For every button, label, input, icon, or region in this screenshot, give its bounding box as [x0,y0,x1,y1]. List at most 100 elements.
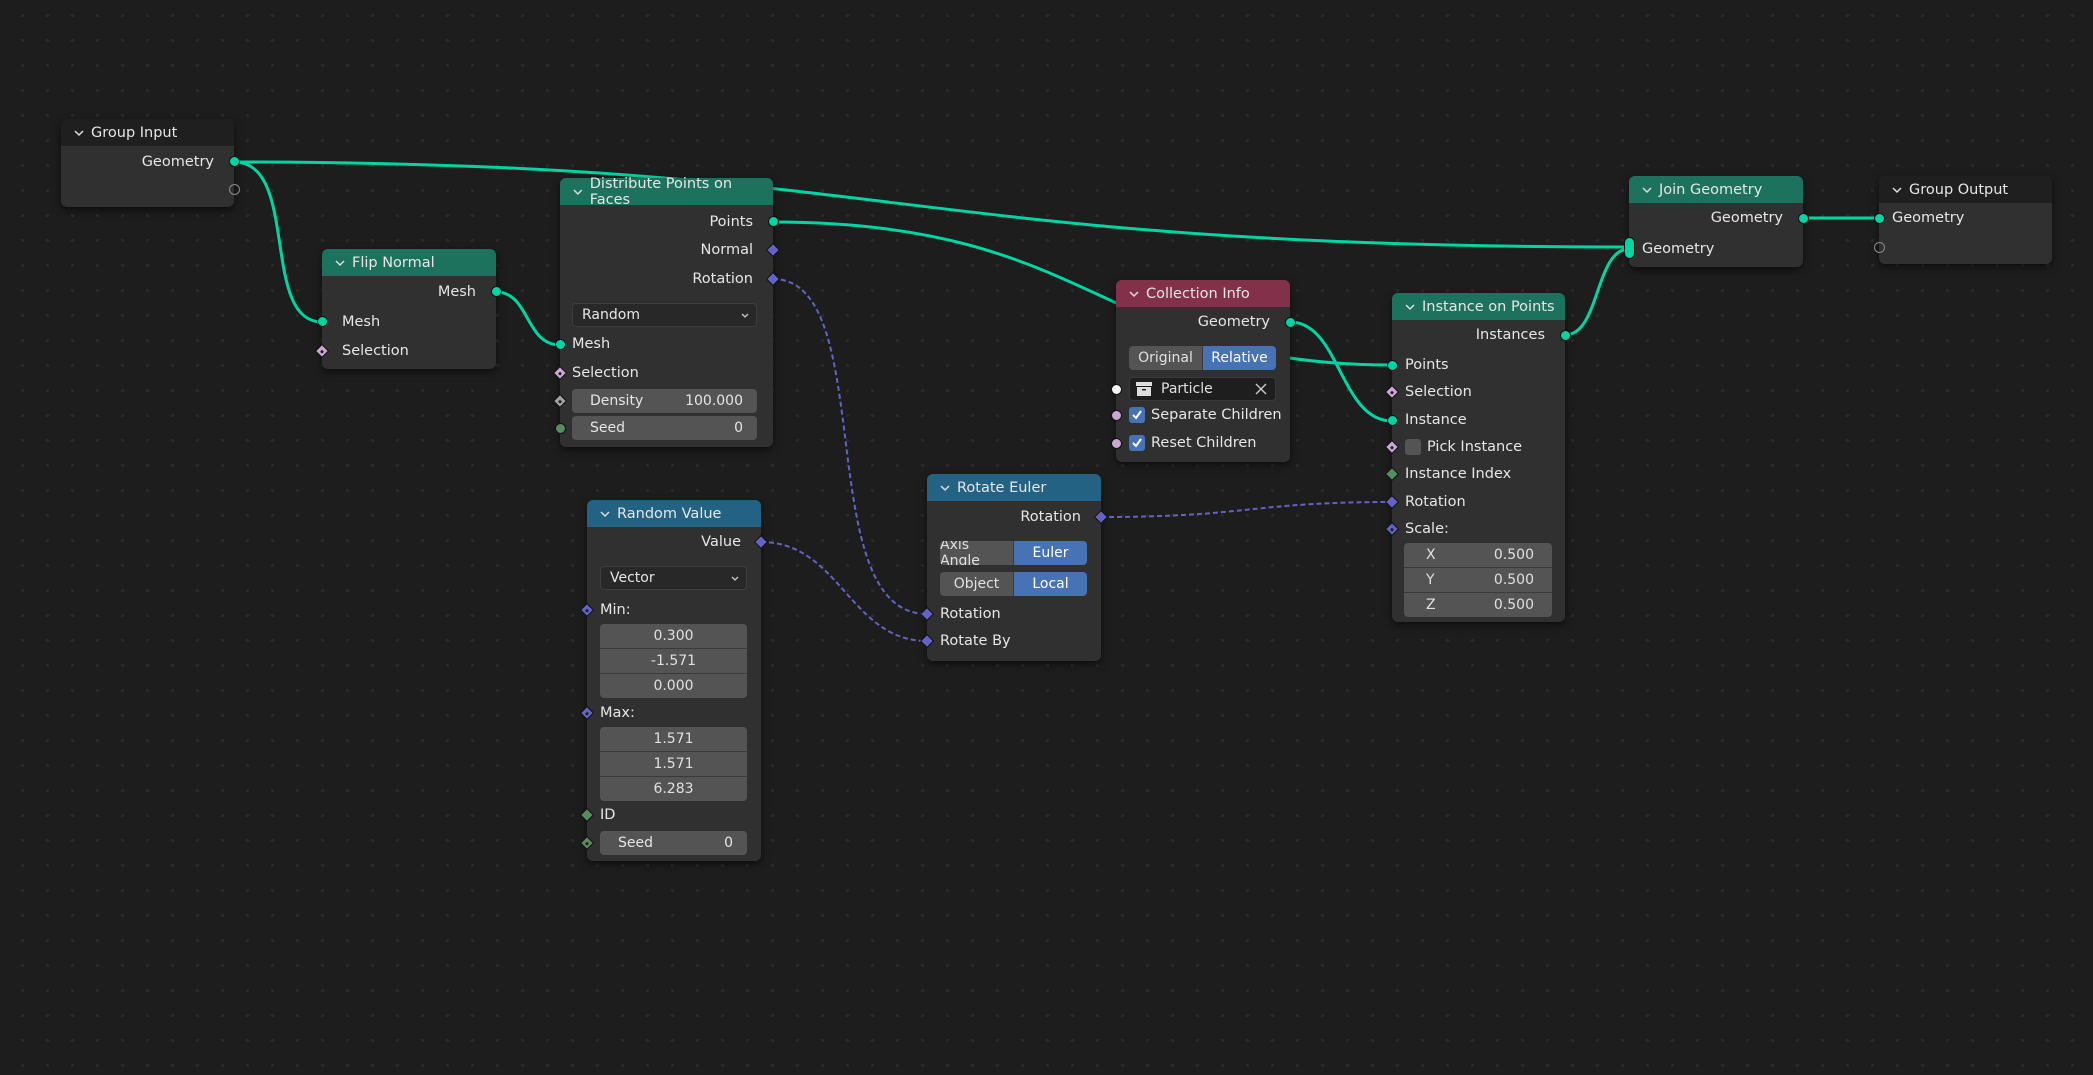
node-instance-on-points[interactable]: Instance on Points Instances Points Sele… [1384,293,1571,622]
node-header[interactable]: Group Input [61,119,234,146]
node-header[interactable]: Group Output [1879,176,2052,203]
socket-points-output[interactable] [768,216,779,227]
socket-label: Points [1405,357,1449,373]
node-title: Group Output [1909,181,2009,198]
socket-seed-input[interactable] [579,835,595,851]
chevron-down-icon[interactable] [599,508,611,520]
separate-children-checkbox[interactable]: Separate Children [1116,404,1290,426]
max-y-field[interactable]: 1.571 [600,752,747,777]
socket-points-input[interactable] [1387,360,1398,371]
socket-geometry-output[interactable] [229,156,240,167]
node-distribute-points-on-faces[interactable]: Distribute Points on Faces Points Normal… [552,176,781,447]
option-axis-angle[interactable]: Axis Angle [940,541,1013,565]
seed-field[interactable]: Seed 0 [572,416,757,440]
input-id: ID [587,804,761,826]
node-rotate-euler[interactable]: Rotate Euler Rotation Axis Angle Euler O… [919,474,1109,661]
socket-geometry-output[interactable] [1798,213,1809,224]
socket-geometry-input[interactable] [1874,213,1885,224]
checkbox-checked[interactable] [1129,407,1145,423]
socket-empty-output[interactable] [229,184,240,195]
input-points: Points [1392,354,1565,376]
field-label: Seed [618,835,653,851]
node-flip-normal[interactable]: Flip Normal Mesh Mesh Selection [314,249,502,369]
link-instances-to-join[interactable] [1564,247,1630,337]
socket-collection-input[interactable] [1111,384,1122,395]
link-rotate-to-instance-rotation[interactable] [1100,501,1393,518]
chevron-down-icon[interactable] [334,257,346,269]
option-euler[interactable]: Euler [1013,541,1087,565]
socket-empty-input[interactable] [1874,242,1885,253]
node-header[interactable]: Rotate Euler [927,474,1101,501]
min-x-field[interactable]: 0.300 [600,624,747,649]
data-type-dropdown[interactable]: Vector [600,566,747,590]
node-group-output[interactable]: Group Output Geometry [1874,176,2052,264]
checkbox-unchecked[interactable] [1405,439,1421,455]
option-local[interactable]: Local [1013,572,1087,596]
scale-z-field[interactable]: Z 0.500 [1404,593,1552,617]
chevron-down-icon[interactable] [1891,184,1903,196]
socket-instance-input[interactable] [1387,415,1398,426]
max-z-field[interactable]: 6.283 [600,777,747,801]
min-y-field[interactable]: -1.571 [600,649,747,674]
node-collection-info[interactable]: Collection Info Geometry Original Relati… [1111,280,1296,462]
socket-label: Rotation [940,606,1001,622]
link-flipnormal-to-distribute[interactable] [495,290,561,347]
density-field[interactable]: Density 100.000 [572,389,757,413]
node-random-value[interactable]: Random Value Value Vector Min: 0.300 -1.… [579,500,769,861]
socket-mesh-input[interactable] [317,316,328,327]
chevron-down-icon[interactable] [73,127,85,139]
node-header[interactable]: Instance on Points [1392,293,1565,320]
link-distribute-points-to-instance[interactable] [772,220,1393,367]
node-header[interactable]: Collection Info [1116,280,1290,307]
link-distribute-rotation-to-rotate[interactable] [772,278,928,615]
distribute-method-dropdown[interactable]: Random [572,303,757,327]
socket-instances-output[interactable] [1560,330,1571,341]
option-object[interactable]: Object [940,572,1013,596]
scale-x-field[interactable]: X 0.500 [1404,543,1552,568]
reset-children-checkbox[interactable]: Reset Children [1116,432,1290,454]
socket-reset-children-input[interactable] [1111,438,1122,449]
node-header[interactable]: Distribute Points on Faces [560,176,773,208]
option-original[interactable]: Original [1129,346,1202,370]
transform-space-toggle: Original Relative [1129,346,1276,370]
chevron-down-icon[interactable] [1128,288,1140,300]
socket-mesh-input[interactable] [555,339,566,350]
node-header[interactable]: Random Value [587,500,761,527]
node-header[interactable]: Flip Normal [322,249,496,276]
output-mesh: Mesh [322,281,496,303]
socket-geometry-output[interactable] [1285,317,1296,328]
dropdown-value: Random [582,307,640,323]
close-icon[interactable] [1255,383,1267,395]
socket-geometry-multi-input[interactable] [1624,237,1635,259]
option-relative[interactable]: Relative [1202,346,1276,370]
min-z-field[interactable]: 0.000 [600,674,747,698]
link-groupinput-to-join[interactable] [233,160,1630,249]
collection-field[interactable]: Particle [1129,377,1276,401]
collection-icon [1136,382,1152,396]
socket-separate-children-input[interactable] [1111,410,1122,421]
socket-density-input[interactable] [552,393,568,409]
max-x-field[interactable]: 1.571 [600,727,747,752]
link-random-to-rotateby[interactable] [760,541,928,642]
node-title: Collection Info [1146,285,1250,302]
input-selection: Selection [560,362,773,384]
node-group-input[interactable]: Group Input Geometry [61,119,240,207]
socket-seed-input[interactable] [555,423,566,434]
scale-y-field[interactable]: Y 0.500 [1404,568,1552,593]
chevron-down-icon[interactable] [572,186,584,198]
input-geometry: Geometry [1629,238,1803,260]
node-join-geometry[interactable]: Join Geometry Geometry Geometry [1624,176,1809,267]
checkbox-checked[interactable] [1129,435,1145,451]
socket-mesh-output[interactable] [491,286,502,297]
socket-label: Selection [572,365,639,381]
chevron-down-icon[interactable] [1404,301,1416,313]
input-instance-index: Instance Index [1392,463,1565,485]
link-collection-to-instance[interactable] [1289,320,1393,423]
seed-field[interactable]: Seed 0 [600,831,747,855]
chevron-down-icon[interactable] [1641,184,1653,196]
node-header[interactable]: Join Geometry [1629,176,1803,203]
checkbox-label: Separate Children [1151,407,1282,423]
link-groupinput-to-flipnormal[interactable] [233,160,323,324]
chevron-down-icon[interactable] [939,482,951,494]
pick-instance-checkbox[interactable]: Pick Instance [1392,436,1565,458]
